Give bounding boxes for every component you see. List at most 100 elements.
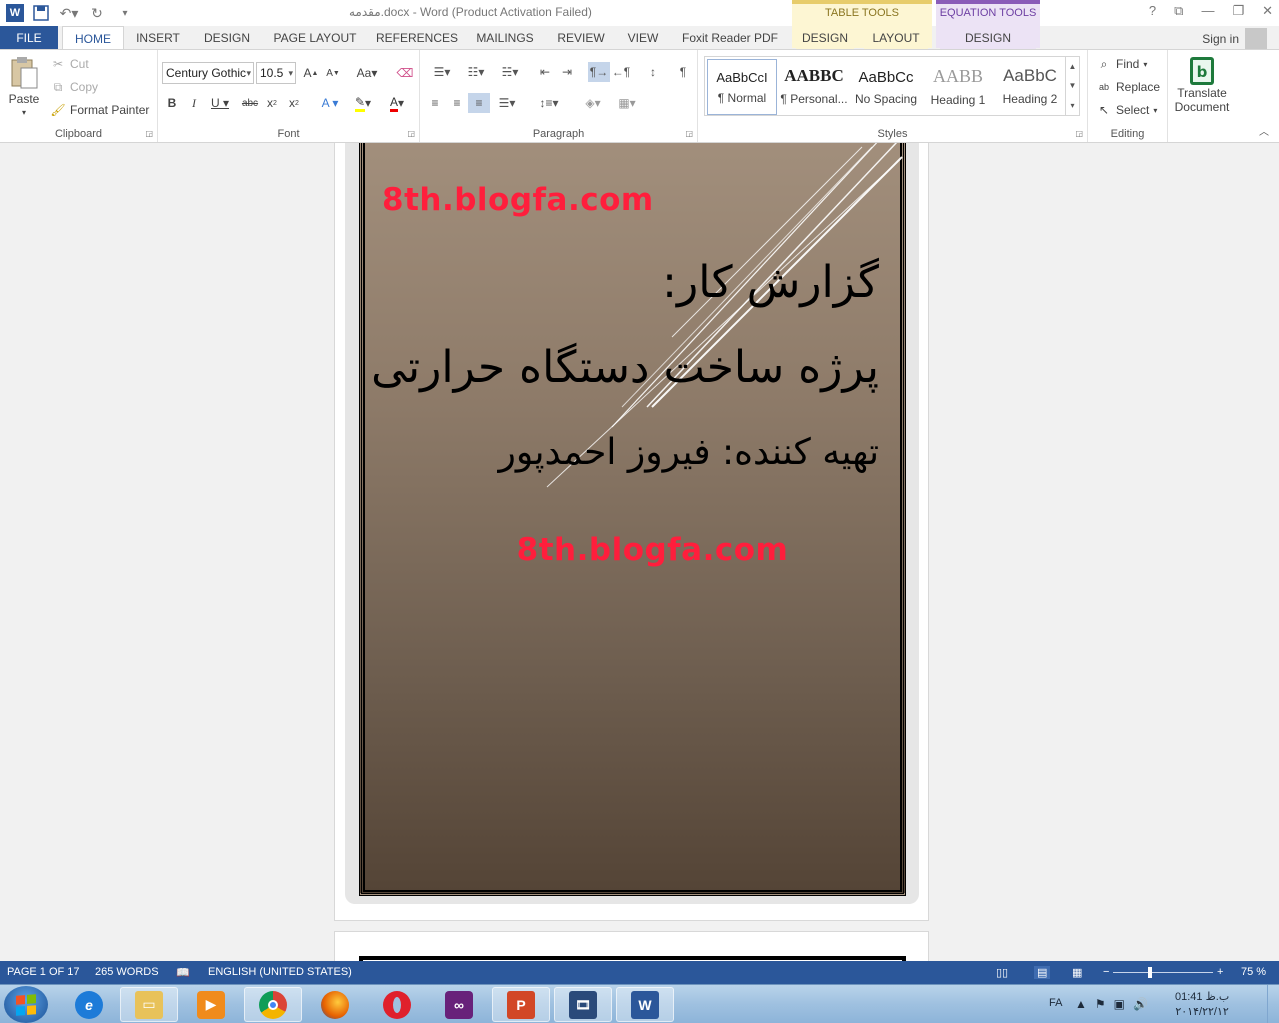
powerpoint-taskbar-button[interactable]: P — [492, 987, 550, 1022]
paragraph-launcher-icon[interactable]: ◲ — [685, 129, 693, 138]
undo-icon[interactable]: ↶▾ — [58, 3, 80, 23]
chevron-down-icon[interactable]: ▾ — [246, 63, 251, 83]
language-indicator[interactable]: ENGLISH (UNITED STATES) — [208, 966, 352, 978]
chevron-down-icon[interactable]: ▾ — [288, 63, 293, 83]
close-button[interactable]: ✕ — [1262, 3, 1273, 19]
sign-in-label[interactable]: Sign in — [1202, 32, 1239, 46]
tab-foxit[interactable]: Foxit Reader PDF — [680, 26, 780, 50]
document-area[interactable]: 8th.blogfa.com گزارش کار: پرژه ساخت دستگ… — [0, 143, 1279, 961]
zoom-in-icon[interactable]: + — [1217, 966, 1223, 978]
strikethrough-icon[interactable]: abc — [240, 93, 260, 113]
styles-launcher-icon[interactable]: ◲ — [1075, 129, 1083, 138]
decrease-indent-icon[interactable]: ⇤ — [534, 62, 556, 82]
style-no-spacing[interactable]: AaBbCc No Spacing — [851, 59, 921, 115]
redo-icon[interactable]: ↻ — [86, 3, 108, 23]
avatar[interactable] — [1245, 28, 1267, 50]
customize-qat-icon[interactable]: ▾ — [114, 3, 136, 23]
show-desktop-button[interactable] — [1267, 985, 1279, 1023]
style-personal[interactable]: AABBC ¶ Personal... — [779, 59, 849, 115]
tab-insert[interactable]: INSERT — [132, 26, 184, 50]
action-center-icon[interactable]: ⚑ — [1095, 997, 1106, 1011]
underline-icon[interactable]: U ▾ — [206, 93, 234, 113]
grow-font-icon[interactable]: A ▲ — [301, 63, 321, 83]
minimize-button[interactable]: — — [1201, 3, 1214, 19]
tab-references[interactable]: REFERENCES — [376, 26, 458, 50]
visual-studio-taskbar-button[interactable]: ∞ — [430, 987, 488, 1022]
justify-icon[interactable]: ☰▾ — [492, 93, 522, 113]
highlight-color-icon[interactable]: ✎ ▾ — [348, 93, 378, 113]
cover-frame[interactable]: 8th.blogfa.com گزارش کار: پرژه ساخت دستگ… — [359, 143, 906, 896]
chevron-down-icon[interactable]: ▾ — [1153, 106, 1157, 115]
select-button[interactable]: ↖ Select ▾ — [1096, 102, 1157, 118]
bold-icon[interactable]: B — [162, 93, 182, 113]
scroll-up-icon[interactable]: ▲ — [1069, 62, 1077, 71]
change-case-button[interactable]: Aa ▾ — [353, 63, 381, 83]
text-effects-icon[interactable]: A ▾ — [316, 93, 344, 113]
scroll-down-icon[interactable]: ▼ — [1069, 81, 1077, 90]
shrink-font-icon[interactable]: A ▼ — [323, 63, 343, 83]
input-language[interactable]: FA — [1049, 997, 1062, 1009]
maximize-button[interactable]: ❐ — [1232, 3, 1244, 19]
tab-review[interactable]: REVIEW — [554, 26, 608, 50]
zoom-slider-thumb[interactable] — [1148, 967, 1152, 978]
clipboard-launcher-icon[interactable]: ◲ — [145, 129, 153, 138]
collapse-ribbon-icon[interactable]: ︿ — [1259, 123, 1269, 138]
multilevel-list-icon[interactable]: ☵▾ — [494, 62, 526, 82]
clock[interactable]: 01:41 ب.ظ ۲۰۱۴/۲۲/۱۲ — [1175, 990, 1229, 1020]
volume-icon[interactable]: 🔊 — [1133, 997, 1148, 1011]
rtl-direction-icon[interactable]: ←¶ — [610, 62, 632, 82]
zoom-slider[interactable] — [1113, 972, 1213, 973]
line-spacing-icon[interactable]: ↕≡▾ — [532, 93, 566, 113]
word-taskbar-button[interactable]: W — [616, 987, 674, 1022]
sort-icon[interactable]: ↕ — [642, 62, 664, 82]
tab-design[interactable]: DESIGN — [200, 26, 254, 50]
tab-file[interactable]: FILE — [0, 26, 58, 50]
font-color-icon[interactable]: A ▾ — [382, 93, 412, 113]
show-formatting-icon[interactable]: ¶ — [672, 62, 694, 82]
more-styles-icon[interactable]: ▾ — [1070, 101, 1074, 110]
tab-mailings[interactable]: MAILINGS — [472, 26, 538, 50]
page-1[interactable]: 8th.blogfa.com گزارش کار: پرژه ساخت دستگ… — [334, 143, 929, 921]
tab-page-layout[interactable]: PAGE LAYOUT — [270, 26, 360, 50]
font-launcher-icon[interactable]: ◲ — [407, 129, 415, 138]
font-name-box[interactable]: Century Gothic ▾ — [162, 62, 254, 84]
print-layout-icon[interactable]: ▤ — [1034, 966, 1051, 979]
borders-icon[interactable]: ▦▾ — [610, 93, 644, 113]
read-mode-icon[interactable]: ▯▯ — [996, 966, 1008, 979]
tab-equation-design[interactable]: DESIGN — [940, 26, 1036, 50]
align-left-icon[interactable]: ≡ — [424, 93, 446, 113]
copy-button[interactable]: ⧉ Copy — [50, 79, 98, 95]
word-app-icon[interactable]: W — [6, 4, 24, 22]
video-taskbar-button[interactable]: 🎞 — [554, 987, 612, 1022]
zoom-level[interactable]: 75 % — [1241, 966, 1266, 978]
network-icon[interactable]: ▣ — [1114, 997, 1125, 1011]
replace-button[interactable]: ab Replace — [1096, 79, 1160, 95]
zoom-out-icon[interactable]: − — [1103, 966, 1109, 978]
increase-indent-icon[interactable]: ⇥ — [556, 62, 578, 82]
style-heading-2[interactable]: AaBbC Heading 2 — [995, 59, 1065, 115]
tab-view[interactable]: VIEW — [622, 26, 664, 50]
opera-taskbar-button[interactable] — [368, 987, 426, 1022]
format-painter-button[interactable]: 🖌 Format Painter — [50, 102, 149, 118]
tab-table-design[interactable]: DESIGN — [796, 26, 854, 50]
style-normal[interactable]: AaBbCcI ¶ Normal — [707, 59, 777, 115]
ribbon-display-button[interactable]: ⧉ — [1174, 3, 1183, 19]
explorer-taskbar-button[interactable]: ▭ — [120, 987, 178, 1022]
start-button[interactable] — [4, 986, 48, 1023]
align-right-icon[interactable]: ≡ — [468, 93, 490, 113]
chrome-taskbar-button[interactable] — [244, 987, 302, 1022]
sign-in[interactable]: Sign in — [1202, 28, 1267, 50]
help-button[interactable]: ? — [1149, 3, 1156, 19]
proofing-icon[interactable]: 📖 — [176, 966, 190, 979]
align-center-icon[interactable]: ≡ — [446, 93, 468, 113]
media-player-taskbar-button[interactable]: ▶ — [182, 987, 240, 1022]
paste-button[interactable]: Paste ▾ — [8, 56, 40, 117]
ie-taskbar-button[interactable]: e — [60, 987, 118, 1022]
ltr-direction-icon[interactable]: ¶→ — [588, 62, 610, 82]
paste-dropdown-icon[interactable]: ▾ — [22, 108, 26, 117]
tab-home[interactable]: HOME — [62, 26, 124, 50]
styles-scrollbar[interactable]: ▲ ▼ ▾ — [1065, 57, 1079, 115]
show-hidden-icons[interactable]: ▲ — [1075, 997, 1087, 1011]
superscript-icon[interactable]: x2 — [284, 93, 304, 113]
style-heading-1[interactable]: AABB Heading 1 — [923, 59, 993, 115]
